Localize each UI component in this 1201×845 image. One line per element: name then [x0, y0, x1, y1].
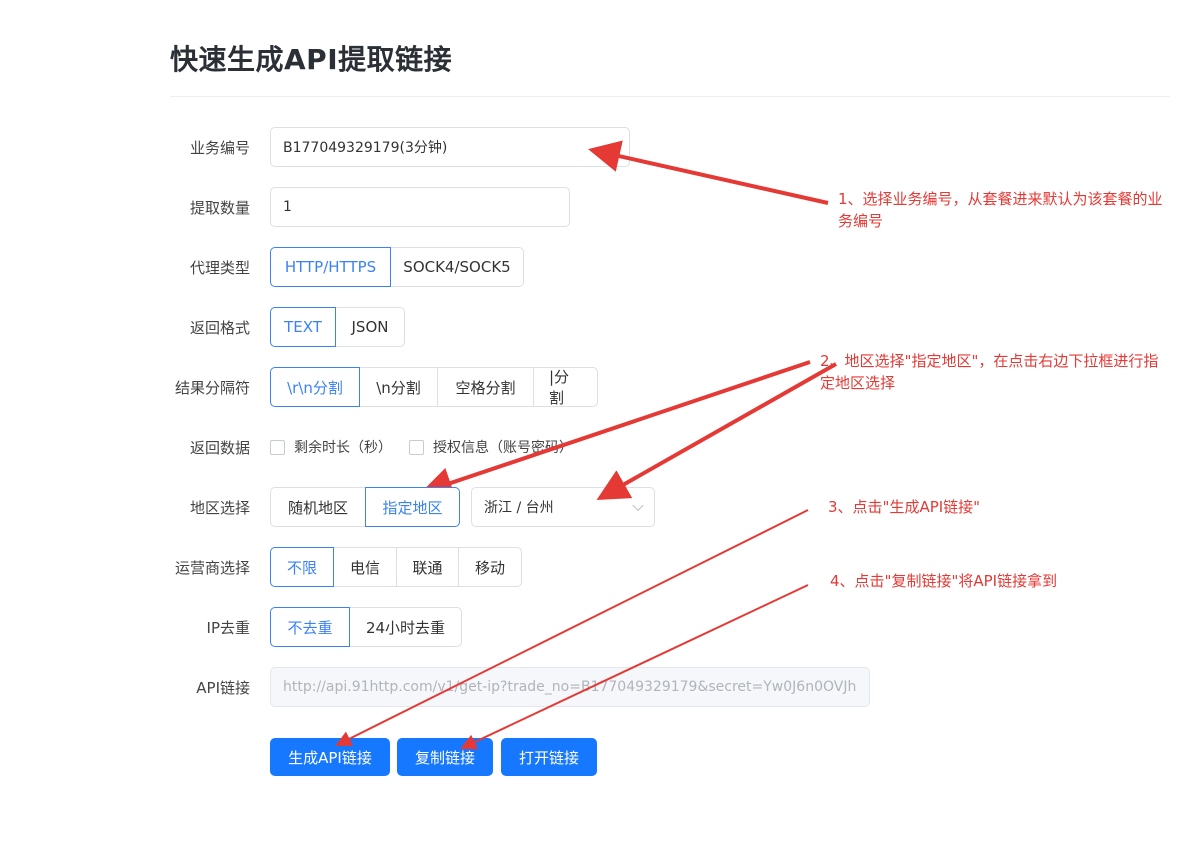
- return-data-auth-checkbox[interactable]: 授权信息（账号密码）: [409, 437, 573, 457]
- annotation-1-line-1: 1、选择业务编号，从套餐进来默认为该套餐的业: [838, 190, 1163, 208]
- separator-group: \r\n分割 \n分割 空格分割 |分割: [270, 367, 598, 407]
- carrier-label: 运营商选择: [174, 559, 250, 577]
- chevron-down-icon: [607, 139, 619, 152]
- region-select-value: 浙江 / 台州: [484, 500, 554, 516]
- dedup-label: IP去重: [206, 619, 250, 637]
- region-label: 地区选择: [189, 499, 250, 517]
- separator-pipe[interactable]: |分割: [533, 367, 598, 407]
- return-data-remaining-label: 剩余时长（秒）: [294, 440, 392, 456]
- carrier-mobile[interactable]: 移动: [458, 547, 522, 587]
- format-label: 返回格式: [189, 319, 250, 337]
- proxy-type-label: 代理类型: [189, 259, 250, 277]
- annotation-1-line-2: 务编号: [838, 212, 884, 230]
- api-link-label: API链接: [196, 679, 250, 697]
- proxy-type-group: HTTP/HTTPS SOCK4/SOCK5: [270, 247, 524, 287]
- format-group: TEXT JSON: [270, 307, 405, 347]
- business-no-value: B177049329179(3分钟): [283, 140, 448, 156]
- dedup-group: 不去重 24小时去重: [270, 607, 462, 647]
- page-title: 快速生成API提取链接: [170, 43, 453, 76]
- quantity-input[interactable]: 1: [270, 187, 570, 227]
- separator-label: 结果分隔符: [174, 379, 250, 397]
- separator-space[interactable]: 空格分割: [437, 367, 534, 407]
- region-select[interactable]: 浙江 / 台州: [471, 487, 655, 527]
- separator-n[interactable]: \n分割: [359, 367, 438, 407]
- proxy-type-sock[interactable]: SOCK4/SOCK5: [390, 247, 524, 287]
- api-link-value: http://api.91http.com/v1/get-ip?trade_no…: [283, 679, 857, 695]
- annotation-4: 4、点击"复制链接"将API链接拿到: [830, 572, 1058, 590]
- quantity-value: 1: [283, 199, 292, 215]
- title-divider: [170, 96, 1170, 97]
- dedup-24h[interactable]: 24小时去重: [349, 607, 462, 647]
- annotation-1: 1、选择业务编号，从套餐进来默认为该套餐的业 务编号: [838, 188, 1163, 232]
- proxy-type-http[interactable]: HTTP/HTTPS: [270, 247, 391, 287]
- checkbox-icon: [409, 439, 424, 455]
- separator-rn[interactable]: \r\n分割: [270, 367, 360, 407]
- annotation-2: 2、地区选择"指定地区"，在点击右边下拉框进行指 定地区选择: [820, 350, 1158, 394]
- business-no-label: 业务编号: [189, 139, 250, 157]
- region-random[interactable]: 随机地区: [270, 487, 366, 527]
- region-group: 随机地区 指定地区: [270, 487, 460, 527]
- return-data-auth-label: 授权信息（账号密码）: [433, 440, 573, 456]
- copy-link-button[interactable]: 复制链接: [397, 738, 493, 776]
- carrier-group: 不限 电信 联通 移动: [270, 547, 522, 587]
- annotation-2-line-1: 2、地区选择"指定地区"，在点击右边下拉框进行指: [820, 352, 1159, 370]
- open-link-button[interactable]: 打开链接: [501, 738, 597, 776]
- region-specified[interactable]: 指定地区: [365, 487, 460, 527]
- return-data-label: 返回数据: [189, 439, 250, 457]
- format-text[interactable]: TEXT: [270, 307, 336, 347]
- format-json[interactable]: JSON: [335, 307, 405, 347]
- checkbox-icon: [270, 439, 285, 455]
- quantity-label: 提取数量: [189, 199, 250, 217]
- business-no-select[interactable]: B177049329179(3分钟): [270, 127, 630, 167]
- return-data-remaining-checkbox[interactable]: 剩余时长（秒）: [270, 437, 392, 457]
- annotation-2-line-2: 定地区选择: [820, 374, 896, 392]
- carrier-telecom[interactable]: 电信: [333, 547, 397, 587]
- carrier-any[interactable]: 不限: [270, 547, 334, 587]
- dedup-none[interactable]: 不去重: [270, 607, 350, 647]
- chevron-down-icon: [632, 499, 644, 512]
- annotation-3: 3、点击"生成API链接": [828, 498, 981, 516]
- carrier-unicom[interactable]: 联通: [396, 547, 459, 587]
- api-link-input[interactable]: http://api.91http.com/v1/get-ip?trade_no…: [270, 667, 870, 707]
- generate-api-link-button[interactable]: 生成API链接: [270, 738, 390, 776]
- arrow-2b: [596, 362, 837, 500]
